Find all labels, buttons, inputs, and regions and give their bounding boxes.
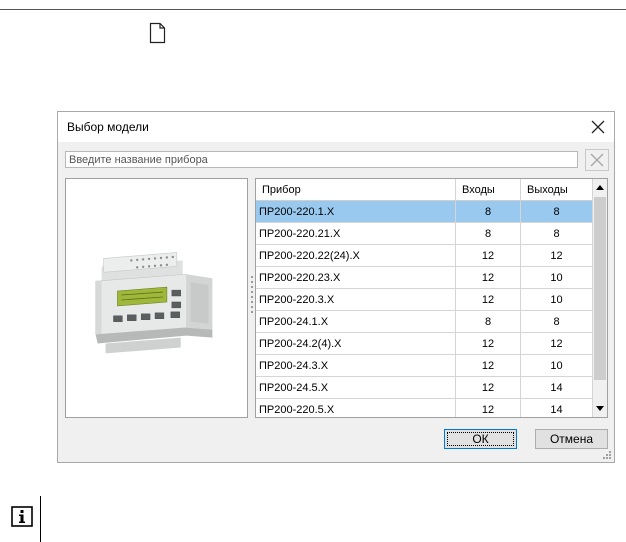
cell-inputs: 8 xyxy=(456,223,521,245)
cell-device: ПР200-24.3.Х xyxy=(256,355,456,377)
cell-outputs: 10 xyxy=(521,355,593,377)
table-row[interactable]: ПР200-24.1.Х 8 8 xyxy=(256,311,593,333)
note-divider xyxy=(40,496,41,542)
dialog-titlebar: Выбор модели xyxy=(58,112,614,142)
model-selection-dialog: Выбор модели Введите название прибора Пр… xyxy=(57,111,615,463)
cell-outputs: 10 xyxy=(521,267,593,289)
cancel-button[interactable]: Отмена xyxy=(535,429,608,449)
cell-outputs: 14 xyxy=(521,377,593,399)
column-header-inputs[interactable]: Входы xyxy=(456,179,521,201)
table-row[interactable]: ПР200-220.1.Х 8 8 xyxy=(256,201,593,223)
cell-inputs: 8 xyxy=(456,311,521,333)
splitter-handle[interactable] xyxy=(250,275,254,317)
models-table: Прибор Входы Выходы ПР200-220.1.Х 8 8 ПР200… xyxy=(255,178,608,418)
cell-inputs: 12 xyxy=(456,355,521,377)
page-top-rule xyxy=(0,9,626,10)
cell-outputs: 8 xyxy=(521,311,593,333)
cell-device: ПР200-24.5.Х xyxy=(256,377,456,399)
table-body: ПР200-220.1.Х 8 8 ПР200-220.21.Х 8 8 ПР200-220… xyxy=(256,201,593,417)
document-icon xyxy=(149,22,166,44)
cell-inputs: 12 xyxy=(456,289,521,311)
cell-inputs: 12 xyxy=(456,377,521,399)
cell-outputs: 14 xyxy=(521,399,593,417)
scroll-down-icon[interactable] xyxy=(593,400,607,416)
cell-device: ПР200-24.2(4).Х xyxy=(256,333,456,355)
device-preview xyxy=(65,178,248,418)
column-header-device[interactable]: Прибор xyxy=(256,179,456,201)
vertical-scrollbar[interactable] xyxy=(593,179,607,417)
table-row[interactable]: ПР200-220.3.Х 12 10 xyxy=(256,289,593,311)
info-icon xyxy=(11,506,33,527)
table-row[interactable]: ПР200-220.22(24).Х 12 12 xyxy=(256,245,593,267)
cell-inputs: 12 xyxy=(456,333,521,355)
close-icon[interactable] xyxy=(586,115,610,139)
scrollbar-thumb[interactable] xyxy=(594,197,606,380)
table-row[interactable]: ПР200-24.2(4).Х 12 12 xyxy=(256,333,593,355)
table-row[interactable]: ПР200-220.23.Х 12 10 xyxy=(256,267,593,289)
search-input[interactable] xyxy=(65,151,578,168)
cell-device: ПР200-220.5.Х xyxy=(256,399,456,417)
cell-device: ПР200-220.22(24).Х xyxy=(256,245,456,267)
table-row[interactable]: ПР200-24.5.Х 12 14 xyxy=(256,377,593,399)
table-row[interactable]: ПР200-24.3.Х 12 10 xyxy=(256,355,593,377)
cell-device: ПР200-220.23.Х xyxy=(256,267,456,289)
cell-device: ПР200-220.3.Х xyxy=(256,289,456,311)
cell-inputs: 12 xyxy=(456,245,521,267)
table-row[interactable]: ПР200-220.5.Х 12 14 xyxy=(256,399,593,417)
cell-outputs: 8 xyxy=(521,201,593,223)
cell-device: ПР200-24.1.Х xyxy=(256,311,456,333)
cell-outputs: 12 xyxy=(521,333,593,355)
device-image xyxy=(95,252,213,354)
table-header: Прибор Входы Выходы xyxy=(256,179,593,201)
ok-button[interactable]: ОК xyxy=(444,429,517,449)
clear-search-icon[interactable] xyxy=(585,149,609,171)
scroll-up-icon[interactable] xyxy=(593,180,607,196)
cell-outputs: 10 xyxy=(521,289,593,311)
cell-inputs: 8 xyxy=(456,201,521,223)
cell-device: ПР200-220.21.Х xyxy=(256,223,456,245)
table-row[interactable]: ПР200-220.21.Х 8 8 xyxy=(256,223,593,245)
dialog-title: Выбор модели xyxy=(67,120,149,134)
focus-rect xyxy=(447,432,514,446)
cell-inputs: 12 xyxy=(456,399,521,417)
cell-inputs: 12 xyxy=(456,267,521,289)
cell-outputs: 8 xyxy=(521,223,593,245)
cell-outputs: 12 xyxy=(521,245,593,267)
column-header-outputs[interactable]: Выходы xyxy=(521,179,593,201)
cell-device: ПР200-220.1.Х xyxy=(256,201,456,223)
resize-grip-icon[interactable] xyxy=(602,450,612,460)
